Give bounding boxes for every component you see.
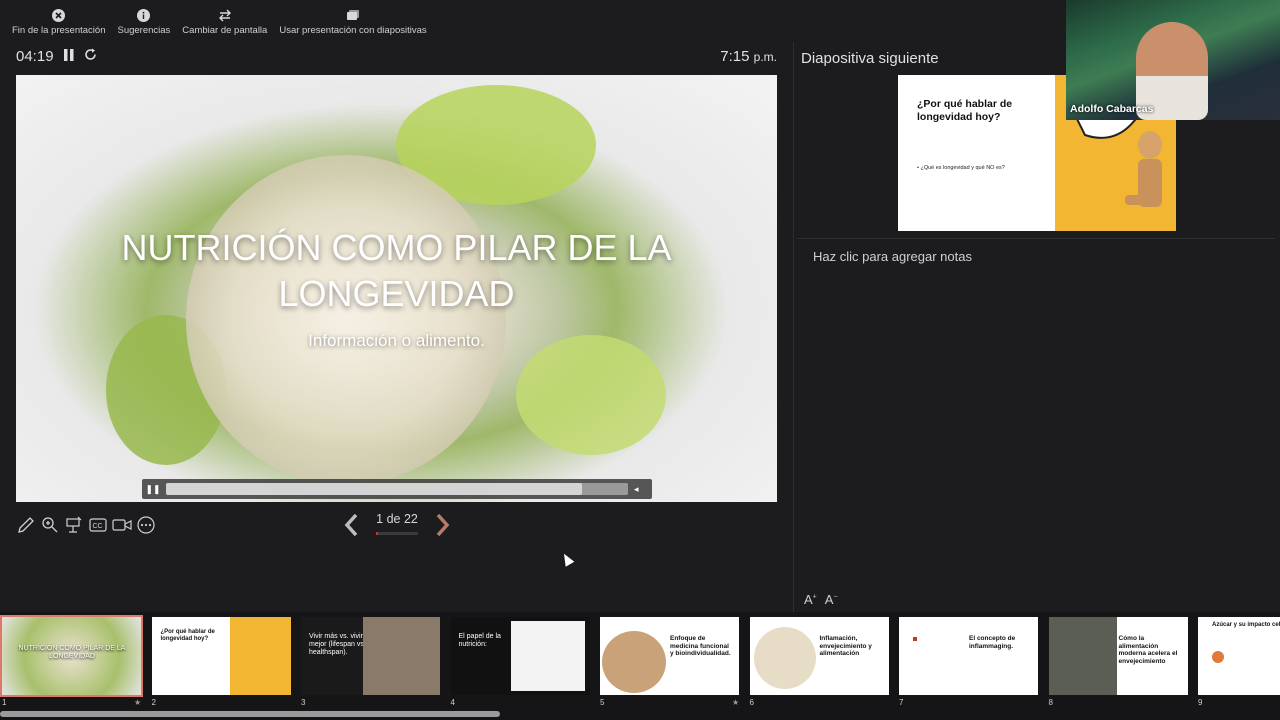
use-slideshow-label: Usar presentación con diapositivas: [279, 25, 427, 36]
thumbnail-number: 9: [1198, 698, 1203, 707]
more-options-icon[interactable]: [136, 514, 156, 536]
thumbnail-text: Vivir más vs. vivir mejor (lifespan vs h…: [309, 633, 364, 656]
slide-counter: 1 de 22: [376, 512, 418, 526]
clock-suffix: p.m.: [753, 50, 777, 64]
slide-thumbnail[interactable]: ¿Por qué hablar de longevidad hoy?: [151, 617, 291, 695]
elapsed-timer: 04:19: [16, 48, 54, 65]
notes-panel[interactable]: Haz clic para agregar notas: [797, 238, 1275, 608]
slide-subtitle: Información o alimento.: [308, 331, 485, 350]
next-slide-title: ¿Por qué hablar de longevidad hoy?: [917, 98, 1013, 123]
thumbnail-number: 2: [151, 698, 156, 707]
swap-icon: [218, 8, 232, 22]
media-controls: ❚❚ ◂: [142, 479, 652, 499]
thumbnail-image: [510, 621, 585, 691]
pause-timer-icon[interactable]: [63, 48, 74, 65]
media-progress-fill: [166, 483, 582, 495]
thumbnail-image: [1048, 617, 1117, 695]
previous-slide-icon[interactable]: [344, 513, 358, 542]
panel-divider: [793, 42, 794, 612]
thumbnail-text: Cómo la alimentación moderna acelera el …: [1118, 635, 1178, 665]
thumbnail-text: NUTRICIÓN COMO PILAR DE LA LONGEVIDAD: [18, 645, 126, 660]
speaker-name: Adolfo Cabarcas: [1070, 103, 1154, 115]
slide-thumbnail[interactable]: Enfoque de medicina funcional y bioindiv…: [600, 617, 739, 695]
thumbnail-image: [602, 631, 666, 693]
thumbnail-text: ¿Por qué hablar de longevidad hoy?: [160, 629, 215, 642]
thumbnail-text: Inflamación, envejecimiento y alimentaci…: [819, 635, 872, 657]
mouse-cursor: [559, 551, 575, 567]
thumbnail-image: [1212, 651, 1224, 663]
camera-icon[interactable]: [112, 514, 132, 536]
switch-screen-button[interactable]: Cambiar de pantalla: [176, 0, 273, 42]
slide-thumbnail[interactable]: El papel de la nutrición:: [450, 617, 590, 695]
media-pause-icon[interactable]: ❚❚: [145, 482, 160, 496]
thumbnail-text: Azúcar y su impacto celular.: [1212, 622, 1280, 628]
thumbnail-strip: NUTRICIÓN COMO PILAR DE LA LONGEVIDAD 1 ★ ¿…: [0, 612, 1280, 720]
slideshow-icon: [346, 8, 360, 22]
thumbnail-image: [913, 637, 917, 641]
next-slide-bullet: • ¿Qué es longevidad y qué NO es?: [917, 165, 1005, 171]
notes-placeholder: Haz clic para agregar notas: [813, 249, 972, 264]
next-slide-label: Diapositiva siguiente: [801, 50, 939, 67]
timer-row: 04:19: [16, 48, 97, 65]
increase-font-icon[interactable]: A+: [804, 592, 817, 607]
close-circle-icon: [52, 8, 66, 22]
thumbnail-text: Enfoque de medicina funcional y bioindiv…: [670, 635, 731, 657]
end-presentation-label: Fin de la presentación: [12, 25, 106, 36]
pen-icon[interactable]: [16, 514, 36, 536]
volume-icon[interactable]: ◂: [634, 484, 648, 495]
thumbnail-number: 6: [749, 698, 754, 707]
thumbnail-image: [363, 617, 440, 695]
thumbnail-text: El concepto de inflammaging.: [969, 635, 1016, 650]
cauliflower-florets: [186, 155, 506, 485]
presenter-tools: CC: [16, 514, 156, 536]
laser-pointer-icon[interactable]: [64, 514, 84, 536]
slide-thumbnail[interactable]: El concepto de inflammaging.: [899, 617, 1038, 695]
transition-star-icon: ★: [732, 698, 740, 707]
suggestions-button[interactable]: Sugerencias: [111, 0, 176, 42]
slide-thumbnail[interactable]: Vivir más vs. vivir mejor (lifespan vs h…: [301, 617, 440, 695]
thumbnail-image: [229, 617, 291, 695]
media-progress-bar[interactable]: [166, 483, 628, 495]
slide-title: NUTRICIÓN COMO PILAR DE LA LONGEVIDAD: [121, 227, 672, 314]
thumbnail-number: 3: [301, 698, 306, 707]
thumbnail-number: 7: [899, 698, 904, 707]
current-slide[interactable]: NUTRICIÓN COMO PILAR DE LA LONGEVIDAD In…: [16, 75, 777, 502]
thumbnail-number: 8: [1048, 698, 1053, 707]
thumbnail-number: 5: [600, 698, 605, 707]
cauliflower-leaf: [516, 335, 666, 455]
decrease-font-icon[interactable]: A−: [825, 592, 838, 607]
thumbnail-image: [753, 627, 816, 689]
switch-screen-label: Cambiar de pantalla: [182, 25, 268, 36]
presenter-toolbar: Fin de la presentación Sugerencias Cambi…: [0, 0, 1066, 42]
slide-thumbnail[interactable]: Cómo la alimentación moderna acelera el …: [1048, 617, 1188, 695]
end-presentation-button[interactable]: Fin de la presentación: [6, 0, 111, 42]
slide-thumbnail[interactable]: Azúcar y su impacto celular.: [1198, 617, 1280, 695]
current-time: 7:15 p.m.: [700, 48, 777, 65]
font-size-controls: A+ A−: [804, 592, 838, 607]
info-icon: [137, 8, 151, 22]
use-slideshow-button[interactable]: Usar presentación con diapositivas: [273, 0, 432, 42]
slide-progress: [376, 532, 418, 535]
webcam-feed: Adolfo Cabarcas: [1066, 0, 1280, 120]
slide-thumbnail[interactable]: Inflamación, envejecimiento y alimentaci…: [749, 617, 889, 695]
thumbnail-number: 4: [450, 698, 455, 707]
thumbnail-number: 1: [2, 698, 7, 707]
reset-timer-icon[interactable]: [84, 48, 97, 65]
suggestions-label: Sugerencias: [117, 25, 171, 36]
transition-star-icon: ★: [134, 698, 142, 707]
slide-progress-fill: [376, 532, 379, 535]
thumbnail-text: El papel de la nutrición:: [458, 633, 501, 648]
slide-navigation: 1 de 22: [344, 510, 450, 540]
slide-thumbnail[interactable]: NUTRICIÓN COMO PILAR DE LA LONGEVIDAD: [0, 615, 143, 697]
subtitles-icon[interactable]: CC: [88, 514, 108, 536]
svg-text:CC: CC: [93, 523, 103, 530]
clock-time: 7:15: [720, 48, 750, 65]
thumbnail-scrollbar[interactable]: [0, 711, 500, 717]
next-slide-icon[interactable]: [436, 513, 450, 542]
zoom-icon[interactable]: [40, 514, 60, 536]
